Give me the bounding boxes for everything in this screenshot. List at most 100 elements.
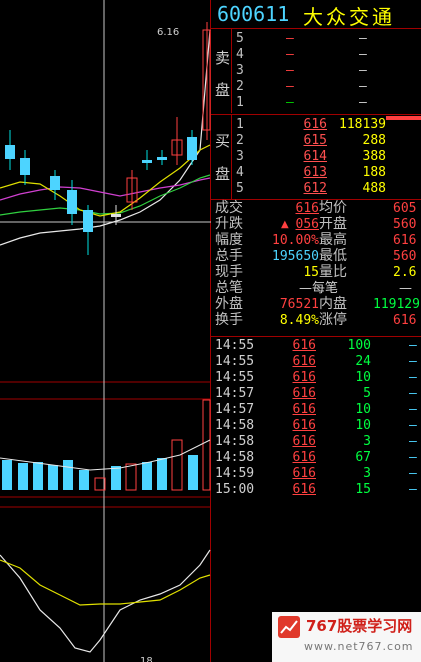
watermark-title: 767股票学习网 xyxy=(306,617,413,635)
volume-bar xyxy=(202,399,211,491)
sell-orders: 卖 盘 5 — — 4 — — 3 — — 2 — — 1 — — xyxy=(211,29,421,113)
tick-time: 14:58 xyxy=(215,450,255,465)
tick-volume: 10 xyxy=(355,402,371,417)
stat-value: 8.49% xyxy=(279,313,319,328)
candlesticks xyxy=(5,22,211,255)
stat-label: 外盘 xyxy=(215,296,243,312)
sell-price: — xyxy=(286,79,294,94)
tick-price: 616 xyxy=(292,338,316,353)
tick-flag: — xyxy=(409,482,417,497)
stat-label: 均价 xyxy=(319,200,347,216)
watermark-url: www.net767.com xyxy=(304,640,414,653)
tick-time: 14:55 xyxy=(215,370,255,385)
candle xyxy=(157,157,167,160)
price-label: 6.16 xyxy=(157,27,179,38)
sell-volume: — xyxy=(359,47,367,62)
stock-header: 600611 大众交通 xyxy=(211,0,421,29)
stat-label: 涨停 xyxy=(319,312,347,328)
tick-price: 616 xyxy=(292,482,316,497)
stat-value: — xyxy=(399,281,412,296)
stat-label: 内盘 xyxy=(319,296,347,312)
level-number: 2 xyxy=(236,133,244,148)
tick-flag: — xyxy=(409,370,417,385)
tick-volume: 5 xyxy=(363,386,371,401)
stock-name: 大众交通 xyxy=(303,5,395,29)
tick-price: 616 xyxy=(292,370,316,385)
stat-row-outer-inner: 外盘 76521 内盘 119129 xyxy=(211,296,421,313)
stat-row-range: 幅度 10.00% 最高 616 xyxy=(211,232,421,249)
tick-time: 14:58 xyxy=(215,418,255,433)
level-number: 2 xyxy=(236,79,244,94)
tick-row: 14:55 616 24 — xyxy=(211,354,421,369)
tick-flag: — xyxy=(409,466,417,481)
level-number: 3 xyxy=(236,149,244,164)
stat-label: 开盘 xyxy=(319,216,347,232)
tick-time: 14:57 xyxy=(215,402,255,417)
level-number: 4 xyxy=(236,47,244,62)
tick-time: 14:55 xyxy=(215,354,255,369)
volume-bar xyxy=(33,462,43,490)
chart-logo-icon xyxy=(278,616,300,638)
stat-label: 量比 xyxy=(319,264,347,280)
stat-label: 最低 xyxy=(319,248,347,264)
sell-level-row: 5 — — xyxy=(211,31,421,46)
tick-row: 14:58 616 67 — xyxy=(211,450,421,465)
tick-price: 616 xyxy=(292,450,316,465)
stat-label: 总手 xyxy=(215,248,243,264)
volume-bar xyxy=(188,455,198,490)
kline-chart-area[interactable]: 6.16 18 xyxy=(0,0,211,662)
sell-price: — xyxy=(286,95,294,110)
volume-bar xyxy=(111,466,121,490)
candle xyxy=(83,210,93,232)
buy-volume: 188 xyxy=(362,165,386,180)
volume-bar xyxy=(79,470,89,490)
volume-bar xyxy=(157,458,167,490)
tick-price: 616 xyxy=(292,434,316,449)
tick-volume: 24 xyxy=(355,354,371,369)
buy-level-row: 5 612 488 xyxy=(211,181,421,196)
buy-level-row: 1 616 118139 xyxy=(211,117,421,132)
candle xyxy=(20,158,30,175)
buy-level-row: 4 613 188 xyxy=(211,165,421,180)
stat-value: 119129 xyxy=(373,297,420,312)
tick-flag: — xyxy=(409,434,417,449)
tick-row: 14:58 616 3 — xyxy=(211,434,421,449)
tick-list[interactable]: 14:55 616 100 — 14:55 616 24 — 14:55 616… xyxy=(211,338,421,500)
stat-row-current: 现手 15 量比 2.6 xyxy=(211,264,421,281)
tick-row: 14:55 616 10 — xyxy=(211,370,421,385)
quote-stats: 成交 616 均价 605 升跌 ▲ 056 开盘 560 幅度 10.00% … xyxy=(211,200,421,336)
up-arrow-icon: ▲ xyxy=(281,219,289,230)
sell-volume: — xyxy=(359,95,367,110)
level-number: 5 xyxy=(236,31,244,46)
level-number: 1 xyxy=(236,117,244,132)
sell-volume: — xyxy=(359,63,367,78)
stat-value: 76521 xyxy=(279,297,319,312)
volume-bar xyxy=(18,463,28,490)
level-number: 1 xyxy=(236,95,244,110)
tick-time: 15:00 xyxy=(215,482,255,497)
stat-label: 换手 xyxy=(215,312,243,328)
buy-volume: 388 xyxy=(362,149,386,164)
candle xyxy=(111,214,121,217)
sell-level-row: 2 — — xyxy=(211,79,421,94)
stat-label: 最高 xyxy=(319,232,347,248)
tick-row: 14:59 616 3 — xyxy=(211,466,421,481)
tick-volume: 15 xyxy=(355,482,371,497)
tick-time: 14:59 xyxy=(215,466,255,481)
sell-volume: — xyxy=(359,31,367,46)
tick-row: 14:55 616 100 — xyxy=(211,338,421,353)
stat-row-turnover: 换手 8.49% 涨停 616 xyxy=(211,312,421,329)
tick-flag: — xyxy=(409,450,417,465)
tick-price: 616 xyxy=(292,386,316,401)
tick-volume: 10 xyxy=(355,418,371,433)
tick-row: 14:58 616 10 — xyxy=(211,418,421,433)
candle xyxy=(67,190,77,214)
stat-value: 616 xyxy=(295,201,319,216)
buy-volume: 488 xyxy=(362,181,386,196)
stat-value: —每笔 xyxy=(299,281,339,296)
stat-value: 605 xyxy=(393,201,417,216)
candle xyxy=(187,137,197,160)
candle xyxy=(50,176,60,190)
tick-time: 14:55 xyxy=(215,338,255,353)
tick-flag: — xyxy=(409,402,417,417)
